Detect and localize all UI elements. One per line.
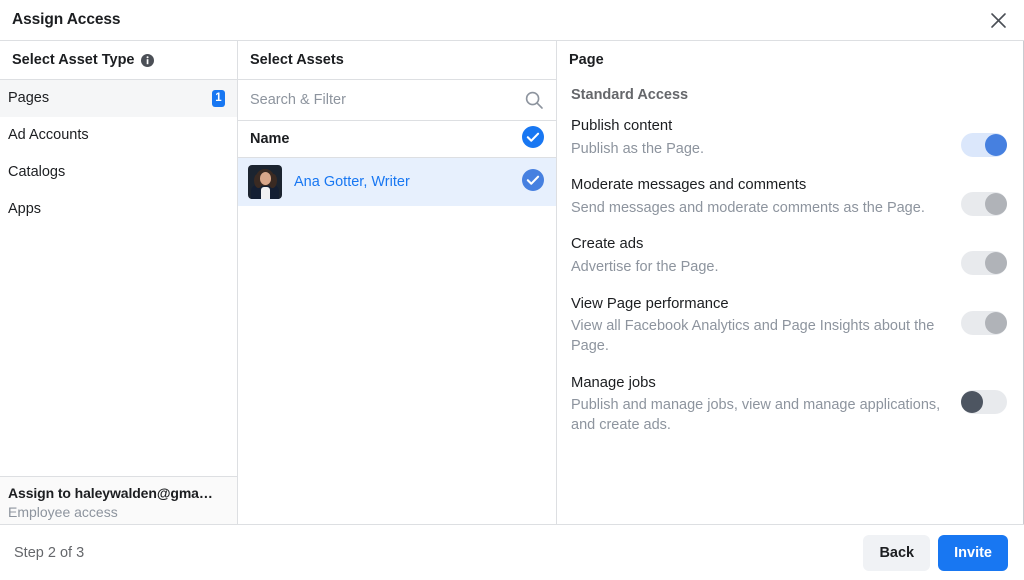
permission-description: Send messages and moderate comments as t… bbox=[571, 199, 945, 219]
select-assets-heading-label: Select Assets bbox=[250, 52, 344, 68]
permission-description: Publish as the Page. bbox=[571, 140, 945, 160]
permission-description: View all Facebook Analytics and Page Ins… bbox=[571, 317, 945, 356]
avatar bbox=[248, 165, 282, 199]
permissions-panel: Page Standard Access Publish content Pub… bbox=[557, 41, 1024, 524]
permission-row-manage-jobs: Manage jobs Publish and manage jobs, vie… bbox=[571, 366, 1007, 445]
back-button[interactable]: Back bbox=[863, 535, 930, 571]
dialog-header: Assign Access bbox=[0, 0, 1024, 40]
toggle-publish-content[interactable] bbox=[961, 133, 1007, 157]
assign-to-label: Assign to haleywalden@gma… bbox=[8, 485, 227, 501]
search-row[interactable] bbox=[238, 80, 556, 121]
dialog-footer: Step 2 of 3 Back Invite bbox=[0, 525, 1024, 580]
step-indicator: Step 2 of 3 bbox=[14, 545, 84, 561]
close-button[interactable] bbox=[980, 2, 1016, 38]
permission-title: Publish content bbox=[571, 117, 945, 137]
permission-title: Create ads bbox=[571, 235, 945, 255]
permissions-heading-label: Page bbox=[569, 52, 604, 68]
permission-text: View Page performance View all Facebook … bbox=[571, 295, 945, 357]
permission-text: Create ads Advertise for the Page. bbox=[571, 235, 945, 277]
assign-access-dialog: Assign Access Select Asset Type bbox=[0, 0, 1024, 580]
toggle-moderate-messages[interactable] bbox=[961, 192, 1007, 216]
permission-text: Manage jobs Publish and manage jobs, vie… bbox=[571, 374, 945, 436]
permission-row-view-page-performance: View Page performance View all Facebook … bbox=[571, 287, 1007, 366]
permission-title: View Page performance bbox=[571, 295, 945, 315]
assets-list: Ana Gotter, Writer bbox=[238, 158, 556, 524]
toggle-view-page-performance[interactable] bbox=[961, 311, 1007, 335]
asset-type-heading-label: Select Asset Type bbox=[12, 52, 135, 68]
sidebar-item-catalogs[interactable]: Catalogs bbox=[0, 154, 237, 191]
search-icon[interactable] bbox=[524, 90, 544, 110]
permission-row-moderate-messages: Moderate messages and comments Send mess… bbox=[571, 168, 1007, 227]
close-icon bbox=[990, 12, 1007, 29]
info-icon[interactable] bbox=[141, 54, 154, 67]
asset-type-list: Pages 1 Ad Accounts Catalogs Apps bbox=[0, 80, 237, 476]
sidebar-item-pages[interactable]: Pages 1 bbox=[0, 80, 237, 117]
select-assets-panel: Select Assets Name bbox=[238, 41, 557, 524]
footer-actions: Back Invite bbox=[863, 535, 1008, 571]
sidebar-item-label: Catalogs bbox=[8, 165, 65, 180]
assign-role-label: Employee access bbox=[8, 504, 227, 520]
permission-row-create-ads: Create ads Advertise for the Page. bbox=[571, 227, 1007, 286]
assign-to-section: Assign to haleywalden@gma… Employee acce… bbox=[0, 476, 237, 524]
asset-type-heading: Select Asset Type bbox=[0, 41, 237, 80]
sidebar-item-label: Pages bbox=[8, 91, 49, 106]
sidebar-item-apps[interactable]: Apps bbox=[0, 191, 237, 228]
list-item[interactable]: Ana Gotter, Writer bbox=[238, 158, 556, 206]
search-input[interactable] bbox=[250, 92, 524, 108]
select-all-check-circle-icon[interactable] bbox=[522, 126, 544, 152]
sidebar-item-label: Apps bbox=[8, 202, 41, 217]
dialog-body: Select Asset Type Pages 1 Ad Accounts bbox=[0, 40, 1024, 525]
assets-column-header-label: Name bbox=[250, 131, 290, 147]
list-item-content: Ana Gotter, Writer bbox=[248, 165, 410, 199]
sidebar-item-label: Ad Accounts bbox=[8, 128, 89, 143]
permission-text: Moderate messages and comments Send mess… bbox=[571, 176, 945, 218]
permission-row-publish-content: Publish content Publish as the Page. bbox=[571, 109, 1007, 168]
assets-column-header: Name bbox=[238, 121, 556, 158]
sidebar-item-ad-accounts[interactable]: Ad Accounts bbox=[0, 117, 237, 154]
permission-text: Publish content Publish as the Page. bbox=[571, 117, 945, 159]
select-assets-heading: Select Assets bbox=[238, 41, 556, 80]
permission-description: Advertise for the Page. bbox=[571, 258, 945, 278]
permissions-heading: Page bbox=[557, 41, 1023, 80]
row-check-circle-icon[interactable] bbox=[522, 169, 544, 196]
permissions-scroll-area[interactable]: Standard Access Publish content Publish … bbox=[557, 80, 1023, 524]
standard-access-label: Standard Access bbox=[571, 80, 1007, 109]
page-title: Assign Access bbox=[0, 11, 120, 29]
pages-count-badge: 1 bbox=[212, 90, 225, 107]
asset-type-panel: Select Asset Type Pages 1 Ad Accounts bbox=[0, 41, 238, 524]
permission-title: Manage jobs bbox=[571, 374, 945, 394]
permission-title: Moderate messages and comments bbox=[571, 176, 945, 196]
toggle-manage-jobs[interactable] bbox=[961, 390, 1007, 414]
list-item-label[interactable]: Ana Gotter, Writer bbox=[294, 174, 410, 190]
permission-description: Publish and manage jobs, view and manage… bbox=[571, 396, 945, 435]
invite-button[interactable]: Invite bbox=[938, 535, 1008, 571]
toggle-create-ads[interactable] bbox=[961, 251, 1007, 275]
